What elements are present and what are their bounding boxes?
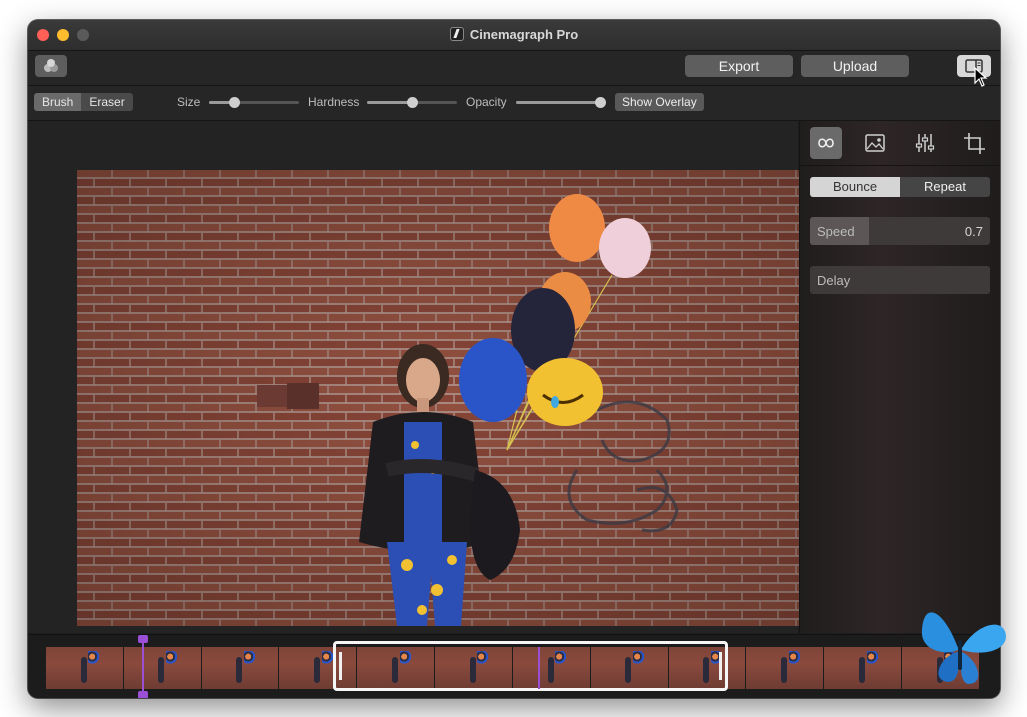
export-button[interactable]: Export xyxy=(685,55,793,77)
app-icon xyxy=(449,27,464,41)
opacity-slider-knob[interactable] xyxy=(595,97,606,108)
loop-range-selection[interactable] xyxy=(333,641,728,691)
eraser-tool-button[interactable]: Eraser xyxy=(81,93,133,111)
playhead-bottom-handle[interactable] xyxy=(138,691,148,698)
repeat-mode-button[interactable]: Repeat xyxy=(900,177,990,197)
preview-image[interactable] xyxy=(77,170,799,626)
crop-icon xyxy=(964,133,985,154)
inspector-sidebar: Bounce Repeat Speed 0.7 Delay xyxy=(799,121,1000,633)
window-title-area: Cinemagraph Pro xyxy=(28,27,1000,42)
window-title: Cinemagraph Pro xyxy=(469,27,579,42)
speed-slider-field[interactable]: Speed 0.7 xyxy=(810,217,990,245)
show-overlay-button[interactable]: Show Overlay xyxy=(615,93,704,111)
timeline-frame xyxy=(123,647,201,689)
hardness-slider[interactable] xyxy=(367,97,457,108)
infinity-icon xyxy=(818,138,834,148)
delay-field[interactable]: Delay xyxy=(810,266,990,294)
timeline[interactable] xyxy=(28,634,1000,698)
app-window: Cinemagraph Pro Export Upload Brush Eras… xyxy=(28,20,1000,698)
butterfly-logo xyxy=(921,612,1006,684)
timeline-frame xyxy=(201,647,279,689)
layers-button[interactable] xyxy=(35,55,67,77)
size-label: Size xyxy=(177,95,201,109)
mouse-cursor xyxy=(974,67,988,87)
playhead[interactable] xyxy=(142,635,144,698)
timeline-frame xyxy=(824,647,902,689)
layers-icon xyxy=(44,59,58,72)
brush-toolbar: Brush Eraser Size Hardness Opacity Show … xyxy=(28,86,1000,121)
tab-crop[interactable] xyxy=(958,127,990,159)
opacity-slider[interactable] xyxy=(516,97,606,108)
title-bar: Cinemagraph Pro xyxy=(28,20,1000,51)
speed-label: Speed xyxy=(817,224,855,239)
loop-mode-segmented-control: Bounce Repeat xyxy=(810,177,990,197)
timeline-frame xyxy=(46,647,123,689)
bounce-mode-button[interactable]: Bounce xyxy=(810,177,900,197)
size-slider[interactable] xyxy=(209,97,299,108)
brush-tool-button[interactable]: Brush xyxy=(34,93,82,111)
opacity-label: Opacity xyxy=(466,95,507,109)
tab-loop[interactable] xyxy=(810,127,842,159)
tab-adjust[interactable] xyxy=(909,127,941,159)
timeline-frame xyxy=(746,647,824,689)
canvas-area xyxy=(28,121,799,633)
upload-button[interactable]: Upload xyxy=(801,55,909,77)
playhead-top-handle[interactable] xyxy=(138,635,148,643)
main-toolbar: Export Upload xyxy=(28,51,1000,86)
tab-image[interactable] xyxy=(859,127,891,159)
hardness-slider-fill xyxy=(367,101,412,104)
range-end-handle[interactable] xyxy=(719,652,722,680)
hardness-slider-knob[interactable] xyxy=(407,97,418,108)
preview-photo xyxy=(77,170,799,626)
delay-label: Delay xyxy=(817,273,851,288)
sliders-icon xyxy=(915,134,935,152)
size-slider-knob[interactable] xyxy=(229,97,240,108)
brush-mode-segmented-control: Brush Eraser xyxy=(34,93,133,111)
hardness-label: Hardness xyxy=(308,95,360,109)
opacity-slider-fill xyxy=(516,101,602,104)
inspector-tabs xyxy=(800,121,1000,166)
loop-playhead[interactable] xyxy=(538,647,540,689)
range-start-handle[interactable] xyxy=(339,652,342,680)
image-icon xyxy=(865,134,885,152)
speed-value: 0.7 xyxy=(964,224,983,239)
